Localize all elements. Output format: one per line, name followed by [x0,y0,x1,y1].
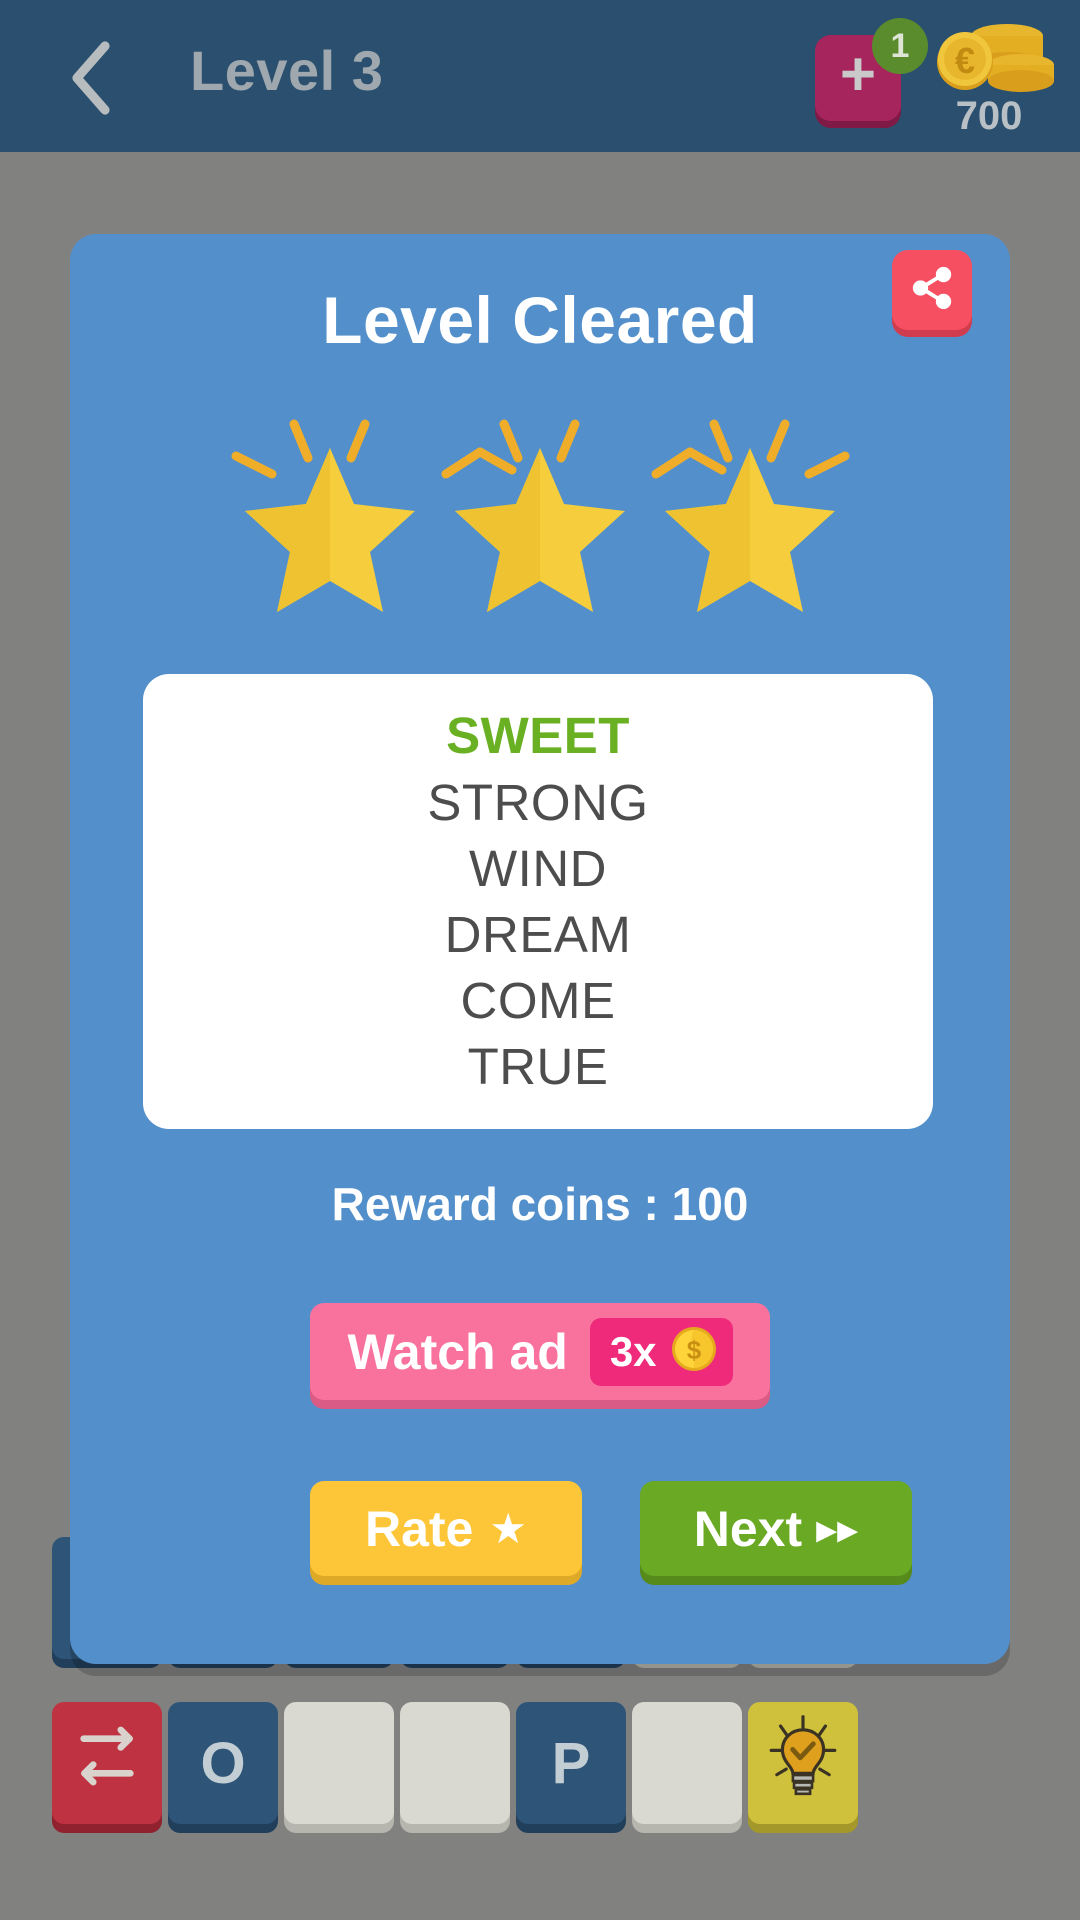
word-list-card: SWEET STRONG WIND DREAM COME TRUE [143,674,933,1129]
shuffle-icon [74,1723,140,1803]
star-sparkle-icon [440,412,640,617]
level-cleared-dialog: Level Cleared SWEET STRONG WIND DREAM CO… [70,234,1010,1664]
fast-forward-icon: ▸▸ [816,1504,859,1552]
page-title: Level 3 [190,39,384,102]
letter-tile-p[interactable]: P [516,1702,626,1824]
status-badge: 1 [872,18,928,74]
word-item: DREAM [444,906,632,963]
shuffle-button[interactable] [52,1702,162,1824]
watch-ad-multiplier-badge: 3x $ [589,1317,733,1386]
letter-tile-blank[interactable] [400,1702,510,1824]
letter-tile-label: O [200,1730,246,1796]
gold-coin-dollar-icon: $ [671,1326,717,1377]
reward-coins-label: Reward coins : 100 [331,1178,749,1230]
letter-tile-blank[interactable] [632,1702,742,1824]
coin-count-label: 700 [955,94,1023,138]
word-item: COME [460,972,616,1030]
letter-tile-label: P [551,1730,591,1796]
coin-stack-euro-icon: € [929,18,1057,94]
hint-button[interactable] [748,1702,858,1824]
star-rating [70,409,1010,619]
chevron-left-icon [63,38,119,118]
lightbulb-hint-icon [765,1713,841,1813]
next-button-label: Next [693,1500,803,1557]
next-button[interactable]: Next ▸▸ [640,1481,912,1576]
word-item: STRONG [427,773,649,831]
back-button[interactable] [48,35,134,121]
star-sparkle-icon [230,412,430,617]
svg-text:$: $ [686,1335,701,1365]
game-screen: O P Level 3 + 1 € 700 Level Cleared SWEE… [0,0,1080,1920]
watch-ad-button[interactable]: Watch ad 3x $ [310,1303,770,1400]
rate-button[interactable]: Rate ★ [310,1481,582,1576]
multiplier-label: 3x [609,1327,657,1375]
watch-ad-label: Watch ad [347,1323,568,1380]
coin-balance[interactable]: € 700 [925,18,1060,138]
rate-button-label: Rate [364,1500,474,1557]
dialog-title: Level Cleared [322,283,758,357]
svg-text:€: € [955,40,975,81]
word-item: WIND [469,839,607,897]
plus-icon: + [839,40,877,109]
letter-tile-blank[interactable] [284,1702,394,1824]
share-icon [909,265,955,316]
star-sparkle-icon [650,412,850,617]
word-item: SWEET [446,707,630,765]
share-button[interactable] [892,250,972,330]
app-header: Level 3 + 1 € 700 [0,0,1080,152]
word-item: TRUE [467,1038,609,1096]
letter-tile-o[interactable]: O [168,1702,278,1824]
star-icon: ★ [489,1504,528,1552]
